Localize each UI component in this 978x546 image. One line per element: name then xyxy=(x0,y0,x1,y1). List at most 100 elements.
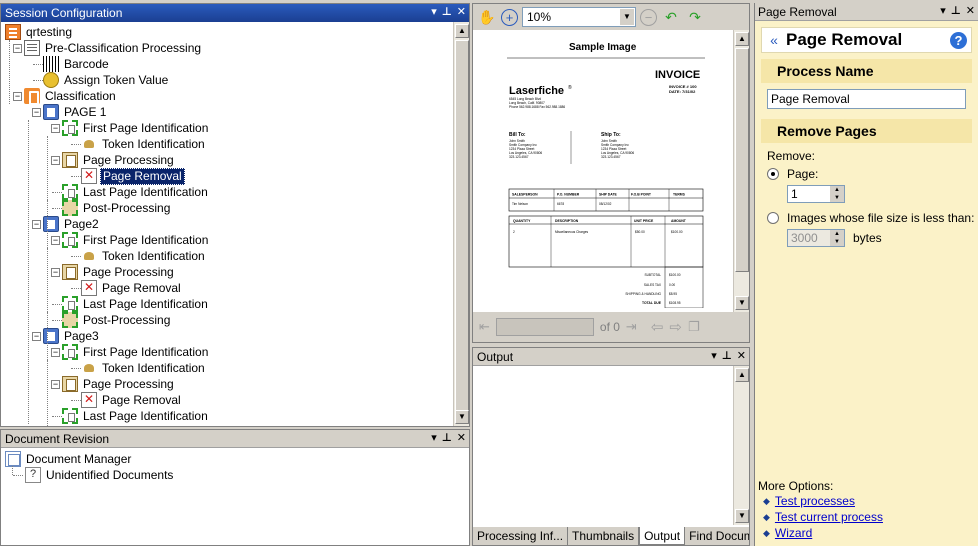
tree-item-page-1[interactable]: PAGE 1 xyxy=(43,104,108,120)
tree-item-page-processing[interactable]: Page Processing xyxy=(62,376,176,392)
help-icon[interactable]: ? xyxy=(950,32,967,49)
page-radio[interactable] xyxy=(767,168,779,180)
last-page-icon[interactable]: ⇥ xyxy=(626,319,637,335)
page-navigation: ⇤ of 0 ⇥ ⇦ ⇨ ❐ xyxy=(473,312,749,342)
pin-icon[interactable]: ⊥ xyxy=(442,431,452,446)
collapse-toggle-icon[interactable]: − xyxy=(32,220,41,229)
scroll-up-arrow-icon[interactable]: ▲ xyxy=(455,24,469,38)
total-value: $100.00 xyxy=(669,273,681,277)
copy-icon[interactable]: ❐ xyxy=(688,319,700,335)
tree-item-page-removal[interactable]: Page Removal xyxy=(81,392,183,408)
first-page-icon[interactable]: ⇤ xyxy=(479,319,490,335)
collapse-toggle-icon[interactable]: − xyxy=(51,124,60,133)
stepper-arrows-icon[interactable]: ▲ ▼ xyxy=(830,186,844,202)
tab-find-documents[interactable]: Find Documents xyxy=(685,527,749,545)
collapse-toggle-icon[interactable]: − xyxy=(51,380,60,389)
collapse-toggle-icon[interactable]: − xyxy=(13,44,22,53)
scroll-up-arrow-icon[interactable]: ▲ xyxy=(735,32,749,46)
scroll-down-arrow-icon[interactable]: ▼ xyxy=(735,509,749,523)
test-processes-link[interactable]: Test processes xyxy=(775,494,855,508)
dropdown-arrow-icon[interactable]: ▾ xyxy=(711,349,717,364)
page-number-stepper[interactable]: 1 ▲ ▼ xyxy=(787,185,845,203)
collapse-toggle-icon[interactable]: − xyxy=(13,92,22,101)
stepper-arrows-icon[interactable]: ▲ ▼ xyxy=(830,230,844,246)
zoom-in-icon[interactable]: + xyxy=(501,8,518,26)
scroll-thumb[interactable] xyxy=(455,40,469,412)
tree-item-page-processing[interactable]: Page Processing xyxy=(62,152,176,168)
tree-item-page3[interactable]: Page3 xyxy=(43,328,101,344)
tree-scrollbar[interactable]: ▲ ▼ xyxy=(453,22,469,426)
tree-item-token-identification[interactable]: Token Identification xyxy=(81,136,207,152)
forward-arrow-icon[interactable]: ⇨ xyxy=(669,318,682,336)
zoom-select[interactable]: 10% ▼ xyxy=(522,7,636,27)
tree-item-token-identification[interactable]: Token Identification xyxy=(81,248,207,264)
tree-item-assign-token-value[interactable]: Assign Token Value xyxy=(43,72,170,88)
tree-item-document-manager[interactable]: Document Manager xyxy=(5,451,133,467)
document-revision-titlebar[interactable]: Document Revision ▾ ⊥ ✕ xyxy=(1,430,469,448)
tab-processing-info[interactable]: Processing Inf... xyxy=(473,527,569,545)
tree-item-classification[interactable]: Classification xyxy=(24,88,118,105)
dropdown-arrow-icon[interactable]: ▾ xyxy=(431,431,437,446)
tree-item-page-removal[interactable]: Page Removal xyxy=(81,167,185,185)
tree-item-unidentified-documents[interactable]: Unidentified Documents xyxy=(25,467,175,483)
pan-hand-icon[interactable]: ✋ xyxy=(477,7,497,27)
collapse-toggle-icon[interactable]: − xyxy=(51,156,60,165)
back-arrow-icon[interactable]: ⇦ xyxy=(651,318,664,336)
tree-item-token-identification[interactable]: Token Identification xyxy=(81,360,207,376)
tree-item-label: First Page Identification xyxy=(83,344,209,359)
tree-item-qrtesting[interactable]: qrtesting xyxy=(5,24,74,40)
tree-item-page-removal[interactable]: Page Removal xyxy=(81,280,183,296)
scroll-down-arrow-icon[interactable]: ▼ xyxy=(735,296,749,310)
test-current-process-link[interactable]: Test current process xyxy=(775,510,883,524)
scroll-thumb[interactable] xyxy=(735,48,749,272)
tree-item-first-page-identification[interactable]: First Page Identification xyxy=(62,120,210,136)
rotate-right-icon[interactable]: ↷ xyxy=(685,7,705,27)
collapse-toggle-icon[interactable]: − xyxy=(51,348,60,357)
tree-item-last-page-identification[interactable]: Last Page Identification xyxy=(62,296,210,312)
tab-thumbnails[interactable]: Thumbnails xyxy=(568,527,640,545)
output-scrollbar[interactable]: ▲ ▼ xyxy=(733,366,749,525)
zoom-out-icon[interactable]: − xyxy=(640,8,657,26)
item-header: DESCRIPTION xyxy=(555,219,579,223)
tree-item-first-page-identification[interactable]: First Page Identification xyxy=(62,344,210,360)
close-icon[interactable]: ✕ xyxy=(457,431,466,446)
tree-item-page-processing[interactable]: Page Processing xyxy=(62,264,176,280)
file-size-stepper[interactable]: 3000 ▲ ▼ xyxy=(787,229,845,247)
page-number-input[interactable] xyxy=(495,318,594,336)
dropdown-arrow-icon[interactable]: ▾ xyxy=(431,5,437,20)
pin-icon[interactable]: ⊥ xyxy=(951,4,961,19)
tab-output[interactable]: Output xyxy=(639,527,686,545)
collapse-toggle-icon[interactable]: − xyxy=(51,236,60,245)
close-icon[interactable]: ✕ xyxy=(457,5,466,20)
pin-icon[interactable]: ⊥ xyxy=(722,349,732,364)
properties-titlebar[interactable]: Page Removal ▾ ⊥ ✕ xyxy=(755,3,978,21)
document-view[interactable]: Sample Image INVOICE Laserfiche ® INVOIC… xyxy=(473,30,733,312)
close-icon[interactable]: ✕ xyxy=(737,349,746,364)
tree-item-last-page-identification[interactable]: Last Page Identification xyxy=(62,184,210,200)
collapse-chevron-icon[interactable]: « xyxy=(762,32,786,48)
tree-item-post-processing[interactable]: Post-Processing xyxy=(62,200,172,216)
collapse-toggle-icon[interactable]: − xyxy=(32,332,41,341)
scroll-up-arrow-icon[interactable]: ▲ xyxy=(735,368,749,382)
rotate-left-icon[interactable]: ↶ xyxy=(661,7,681,27)
tree-item-first-page-identification[interactable]: First Page Identification xyxy=(62,232,210,248)
tree-item-page2[interactable]: Page2 xyxy=(43,216,101,232)
tree-item-last-page-identification[interactable]: Last Page Identification xyxy=(62,408,210,424)
file-size-radio[interactable] xyxy=(767,212,779,224)
tree-item-post-processing[interactable]: Post-Processing xyxy=(62,312,172,328)
pin-icon[interactable]: ⊥ xyxy=(442,5,452,20)
collapse-toggle-icon[interactable]: − xyxy=(32,108,41,117)
dropdown-arrow-icon[interactable]: ▾ xyxy=(940,4,946,19)
bullet-icon: ◆ xyxy=(763,511,770,522)
collapse-toggle-icon[interactable]: − xyxy=(51,268,60,277)
tree-item-pre-classification-processing[interactable]: Pre-Classification Processing xyxy=(24,40,203,56)
process-name-input[interactable] xyxy=(767,89,966,109)
chevron-down-icon[interactable]: ▼ xyxy=(620,9,634,25)
session-configuration-titlebar[interactable]: Session Configuration ▾ ⊥ ✕ xyxy=(1,4,469,22)
wizard-link[interactable]: Wizard xyxy=(775,526,812,540)
tree-item-barcode[interactable]: Barcode xyxy=(43,56,111,72)
close-icon[interactable]: ✕ xyxy=(966,4,975,19)
output-titlebar[interactable]: Output ▾ ⊥ ✕ xyxy=(473,348,749,366)
viewer-scrollbar[interactable]: ▲ ▼ xyxy=(733,30,749,312)
scroll-down-arrow-icon[interactable]: ▼ xyxy=(455,410,469,424)
